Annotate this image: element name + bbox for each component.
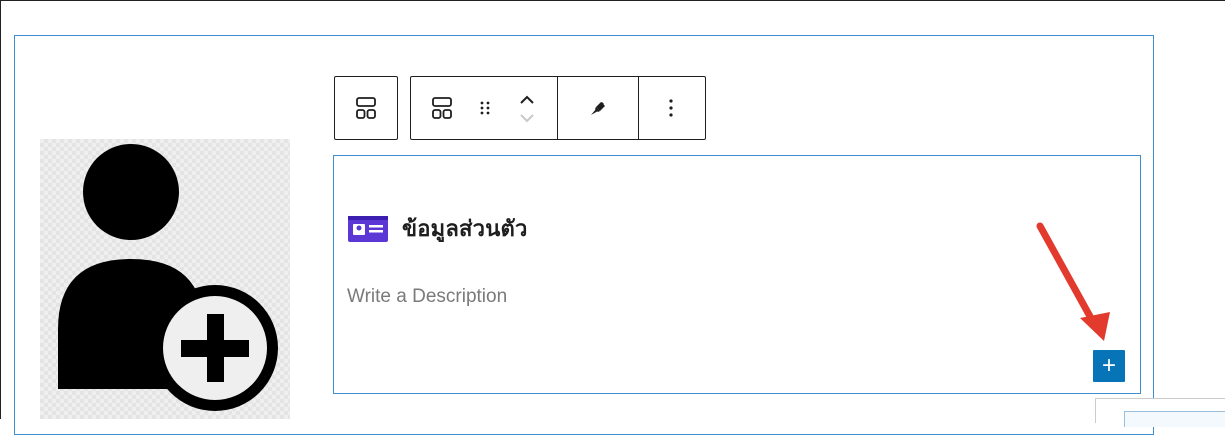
options-button[interactable]: [639, 77, 703, 139]
add-block-button[interactable]: +: [1093, 350, 1125, 382]
id-card-icon: [348, 215, 388, 242]
more-vertical-icon: [669, 99, 673, 117]
profile-info-block[interactable]: ข้อมูลส่วนตัว Write a Description +: [333, 155, 1141, 394]
block-toolbar-type: [334, 76, 398, 140]
paintbrush-icon: [591, 102, 605, 115]
add-user-icon: [58, 144, 278, 411]
block-type-button[interactable]: [335, 77, 397, 139]
annotation-arrow: [1036, 222, 1110, 341]
block-toolbar-main: [410, 76, 706, 140]
avatar-image[interactable]: [40, 139, 290, 419]
move-up-button[interactable]: [497, 77, 557, 139]
grid-layout-icon: [356, 97, 376, 119]
drag-handle-button[interactable]: [473, 77, 497, 139]
description-placeholder[interactable]: Write a Description: [347, 286, 507, 308]
drag-handle-icon: [480, 101, 490, 115]
heading-text[interactable]: ข้อมูลส่วนตัว: [402, 211, 528, 246]
style-button[interactable]: [558, 77, 638, 139]
adjacent-panel-fragment: [1095, 398, 1225, 427]
chevron-up-icon: [520, 95, 534, 123]
adjacent-panel-inner: [1124, 411, 1225, 427]
parent-block-button[interactable]: [411, 77, 473, 139]
block-heading[interactable]: ข้อมูลส่วนตัว: [348, 211, 528, 246]
grid-layout-icon: [432, 97, 452, 119]
